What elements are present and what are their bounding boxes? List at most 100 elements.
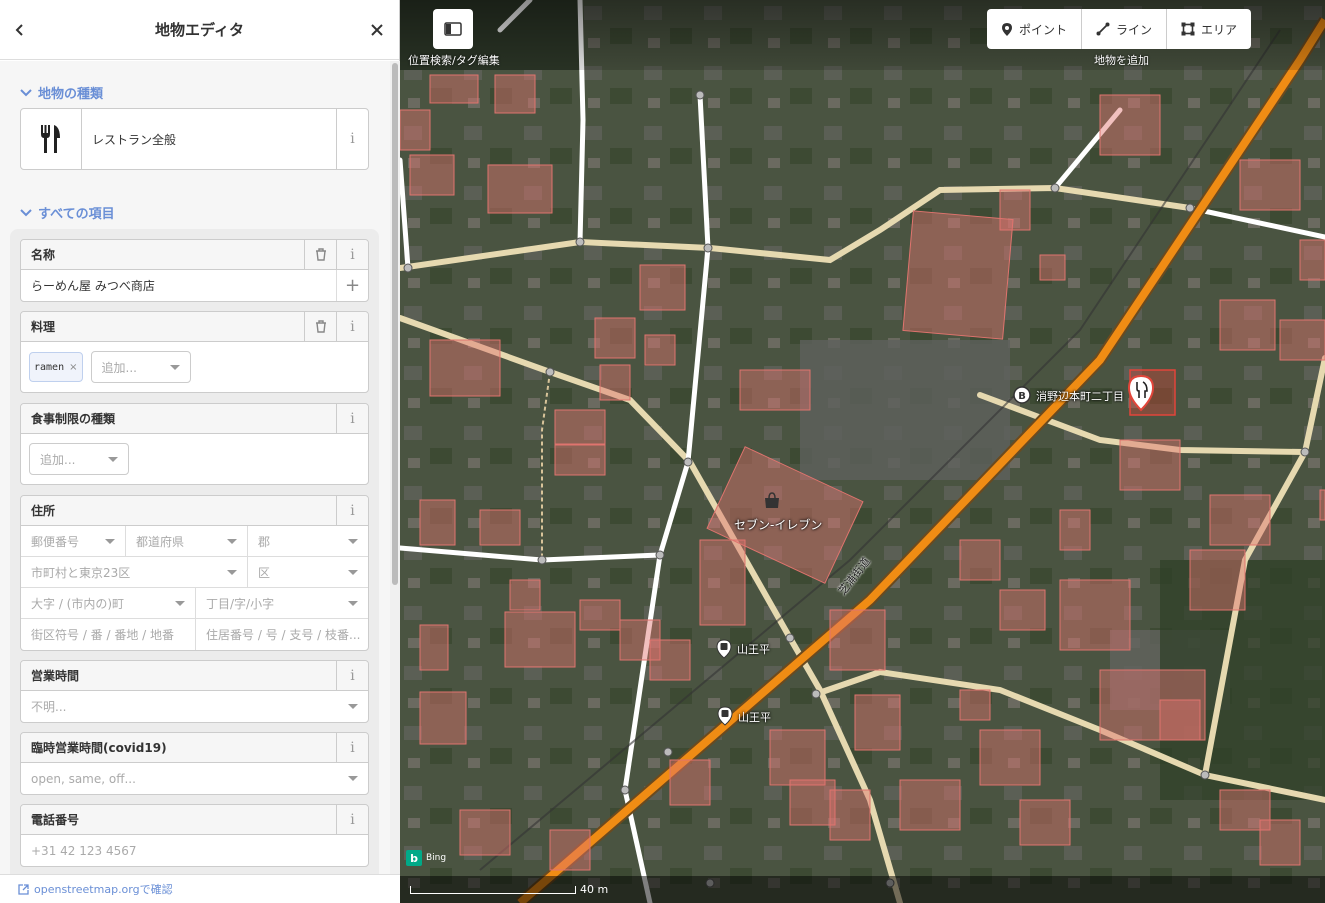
footer-link-label: openstreetmap.orgで確認	[34, 883, 173, 896]
opening-hours-input[interactable]: 不明...	[21, 691, 368, 722]
caret-down-icon	[227, 538, 237, 544]
field-diet: 食事制限の種類 i 追加...	[20, 403, 369, 485]
chip-label: ramen	[34, 361, 65, 373]
field-name: 名称 i らーめん屋 みつべ商店 +	[20, 239, 369, 302]
sidebar-header: 地物エディタ	[0, 0, 399, 60]
postcode-input[interactable]: 郵便番号	[21, 525, 126, 557]
field-address: 住所 i 郵便番号 都道府県 郡 市町村と東京23区 区 大字 / (市内の)町…	[20, 495, 369, 651]
scale-label: 40 m	[580, 883, 609, 896]
map-label-bus-stop: 山王平	[738, 711, 771, 724]
info-button[interactable]: i	[336, 239, 368, 270]
field-label: 電話番号	[31, 813, 80, 827]
info-button[interactable]: i	[336, 311, 368, 342]
add-localized-name-button[interactable]: +	[336, 270, 368, 301]
section-label: 地物の種類	[38, 87, 104, 102]
map-label-seven-eleven: セブン-イレブン	[734, 518, 823, 532]
close-icon	[371, 24, 383, 36]
add-area-button[interactable]: エリア	[1167, 9, 1251, 49]
caret-down-icon	[348, 600, 358, 606]
housenumber-input[interactable]: 住居番号 / 号 / 支号 / 枝番...	[196, 619, 368, 650]
back-button[interactable]	[4, 14, 36, 46]
field-label: 臨時営業時間(covid19)	[31, 741, 167, 755]
scale-bar[interactable]	[410, 886, 576, 894]
point-icon	[1002, 22, 1012, 36]
sidebar-toggle-button[interactable]	[433, 9, 473, 49]
bing-logo-icon: b	[406, 850, 422, 866]
delete-field-button[interactable]	[304, 239, 336, 270]
info-button[interactable]: i	[336, 660, 368, 691]
feature-editor-sidebar: 地物エディタ 地物の種類 レストラン全般 i すべての項目 名称 i らーめん屋…	[0, 0, 400, 903]
cuisine-chip[interactable]: ramen ×	[29, 352, 83, 382]
field-label: 名称	[31, 248, 56, 262]
chevron-down-icon	[20, 208, 32, 216]
province-input[interactable]: 都道府県	[126, 525, 248, 557]
sidebar-scrollbar[interactable]	[390, 61, 400, 874]
diet-add-combo[interactable]: 追加...	[29, 443, 129, 475]
cuisine-add-combo[interactable]: 追加...	[90, 351, 191, 383]
add-line-button[interactable]: ライン	[1082, 9, 1168, 49]
info-button[interactable]: i	[336, 732, 368, 763]
caret-down-icon	[348, 569, 358, 575]
info-button[interactable]: i	[336, 109, 368, 169]
line-icon	[1096, 22, 1110, 36]
field-label: 営業時間	[31, 669, 80, 683]
caret-down-icon	[227, 569, 237, 575]
map-canvas[interactable]: B セブン-イレブン 芝浦街道 消野辺本町二丁目 山王平 山王平 位置検索/タグ…	[400, 0, 1325, 903]
view-on-osm-link[interactable]: openstreetmap.orgで確認	[0, 874, 400, 903]
city-input[interactable]: 市町村と東京23区	[21, 556, 248, 588]
caret-down-icon	[348, 704, 358, 709]
map-footer: 40 m	[400, 876, 1325, 903]
combo-placeholder: 追加...	[40, 452, 76, 467]
mode-label: ポイント	[1019, 22, 1068, 37]
section-label: すべての項目	[38, 207, 115, 222]
trash-icon	[315, 248, 326, 261]
add-feature-label: 地物を追加	[1094, 54, 1149, 67]
name-input[interactable]: らーめん屋 みつべ商店	[21, 277, 336, 294]
county-input[interactable]: 郡	[248, 526, 368, 557]
caret-down-icon	[175, 600, 185, 606]
quarter-input[interactable]: 大字 / (市内の)町	[21, 587, 196, 619]
info-button[interactable]: i	[336, 804, 368, 835]
field-phone: 電話番号 i +31 42 123 4567	[20, 804, 369, 867]
field-opening-hours: 営業時間 i 不明...	[20, 660, 369, 723]
close-button[interactable]	[361, 14, 393, 46]
field-label: 住所	[31, 504, 56, 518]
field-cuisine: 料理 i ramen × 追加...	[20, 311, 369, 393]
covid-hours-input[interactable]: open, same, off...	[21, 763, 368, 794]
bus-stop-icon[interactable]	[716, 639, 732, 659]
imagery-name: Bing	[426, 853, 447, 863]
info-button[interactable]: i	[336, 495, 368, 526]
phone-input[interactable]: +31 42 123 4567	[21, 835, 368, 866]
placeholder: open, same, off...	[31, 771, 136, 786]
chevron-left-icon	[15, 24, 23, 36]
preset-card[interactable]: レストラン全般 i	[20, 108, 369, 170]
bus-stop-icon[interactable]	[717, 706, 733, 726]
sidebar-title: 地物エディタ	[155, 21, 244, 39]
section-toggle-feature-type[interactable]: 地物の種類	[20, 83, 103, 102]
remove-chip-icon[interactable]: ×	[69, 362, 77, 373]
add-point-button[interactable]: ポイント	[987, 9, 1083, 49]
field-label: 食事制限の種類	[31, 412, 116, 426]
scrollbar-thumb[interactable]	[392, 63, 398, 585]
placeholder: +31 42 123 4567	[31, 843, 137, 858]
mode-label: ライン	[1116, 22, 1153, 37]
delete-field-button[interactable]	[304, 311, 336, 342]
caret-down-icon	[348, 538, 358, 544]
sidebar-toggle-label: 位置検索/タグ編集	[408, 54, 500, 67]
caret-down-icon	[108, 456, 118, 462]
preset-name: レストラン全般	[92, 132, 177, 147]
area-icon	[1181, 22, 1195, 36]
section-toggle-all-fields[interactable]: すべての項目	[20, 203, 115, 222]
neighbourhood-input[interactable]: 丁目/字/小字	[196, 588, 368, 619]
external-link-icon	[18, 883, 29, 895]
imagery-attribution[interactable]: b Bing	[406, 850, 446, 866]
district-input[interactable]: 区	[248, 557, 368, 588]
sidebar-body: 地物の種類 レストラン全般 i すべての項目 名称 i らーめん屋 みつべ商店 …	[0, 61, 390, 874]
block-input[interactable]: 街区符号 / 番 / 番地 / 地番	[21, 619, 196, 650]
caret-down-icon	[169, 364, 180, 370]
info-button[interactable]: i	[336, 403, 368, 434]
add-feature-toolbar: ポイント ライン エリア	[987, 9, 1252, 49]
field-label: 料理	[31, 320, 56, 334]
caret-down-icon	[348, 776, 358, 781]
field-opening-hours-covid: 臨時営業時間(covid19) i open, same, off...	[20, 732, 369, 795]
